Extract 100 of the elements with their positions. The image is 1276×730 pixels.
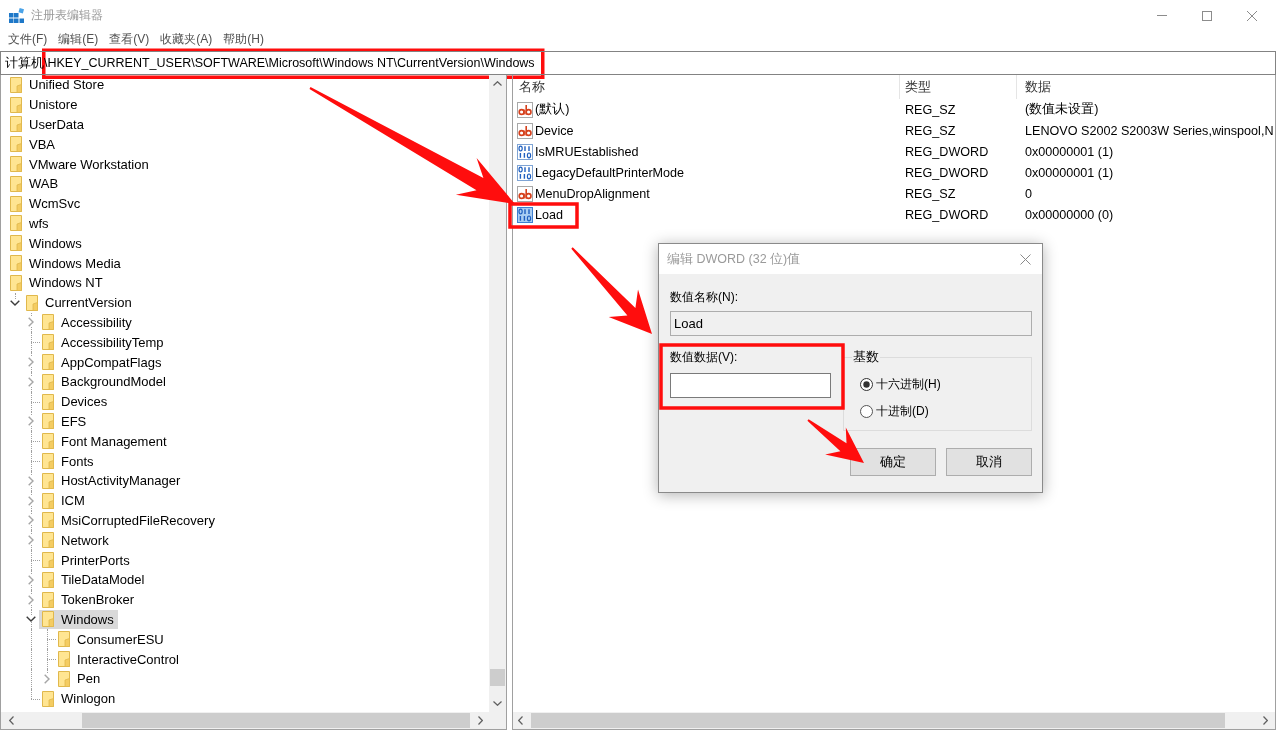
table-cell-text: (数值未设置) (1024, 101, 1100, 118)
folder-icon (10, 175, 22, 192)
value-item[interactable]: Device (517, 120, 574, 141)
folder-icon (42, 552, 54, 568)
name-field[interactable]: Load (670, 311, 1032, 336)
maximize-icon[interactable] (1202, 10, 1212, 21)
input-field[interactable] (670, 373, 831, 398)
vertical-scrollbar[interactable] (489, 75, 506, 712)
tree-item[interactable]: TokenBroker (39, 589, 138, 610)
tree-item[interactable]: Pen (55, 668, 105, 689)
tree-item[interactable]: EFS (39, 411, 91, 432)
horizontal-scrollbar[interactable] (1, 712, 489, 729)
ok-button[interactable]: 确定 (850, 448, 936, 476)
chevron-right-icon[interactable] (28, 357, 34, 368)
tree-item[interactable]: Devices (39, 391, 112, 412)
tree-item[interactable]: VMware Workstation (7, 154, 153, 174)
radio-label[interactable]: 十六进制(H) (876, 375, 941, 393)
folder-icon (10, 156, 22, 173)
string-value-icon (517, 185, 533, 202)
chevron-right-icon[interactable] (28, 475, 34, 486)
radio-button[interactable] (860, 404, 873, 418)
tree-item[interactable]: Windows (7, 233, 86, 254)
close-icon[interactable] (1247, 10, 1257, 21)
value-item[interactable]: LegacyDefaultPrinterMode (517, 162, 685, 183)
table-cell-text: 0x00000000 (0) (1024, 206, 1115, 224)
chevron-right-icon[interactable] (28, 535, 34, 546)
folder-icon (10, 235, 22, 252)
chevron-right-icon[interactable] (44, 673, 50, 684)
column-header[interactable]: 数据 (1017, 75, 1275, 99)
chevron-right-icon[interactable] (28, 515, 34, 526)
tree-item[interactable]: Windows NT (7, 272, 107, 293)
chevron-right-icon[interactable] (28, 317, 34, 328)
tree-item[interactable]: Fonts (39, 451, 98, 471)
tree-item[interactable]: PrinterPorts (39, 550, 134, 570)
chevron-right-icon[interactable] (1263, 716, 1268, 725)
tree-item[interactable]: MsiCorruptedFileRecovery (39, 510, 219, 531)
tree-item[interactable]: ICM (39, 490, 89, 511)
value-item[interactable]: Load (517, 204, 564, 225)
tree-item[interactable]: CurrentVersion (23, 292, 136, 313)
tree-item[interactable]: Unistore (7, 94, 82, 115)
chevron-right-icon[interactable] (28, 495, 34, 506)
tree-item[interactable]: AccessibilityTemp (39, 332, 168, 353)
folder-icon (10, 215, 22, 232)
column-header[interactable]: 名称 (513, 75, 900, 99)
tree-item[interactable]: Windows (39, 609, 118, 630)
cancel-button[interactable]: 取消 (946, 448, 1032, 476)
chevron-right-icon[interactable] (28, 376, 34, 387)
tree-item[interactable]: HostActivityManager (39, 470, 185, 491)
chevron-up-icon[interactable] (493, 81, 502, 86)
radio-button[interactable] (860, 377, 873, 391)
tree-item[interactable]: AppCompatFlags (39, 352, 166, 372)
menu-item[interactable]: 查看(V) (109, 32, 150, 47)
column-header[interactable]: 类型 (900, 75, 1017, 99)
chevron-right-icon[interactable] (28, 574, 34, 585)
tree-item[interactable]: BackgroundModel (39, 371, 170, 392)
tree-item[interactable]: WcmSvc (7, 193, 85, 214)
menu-item[interactable]: 收藏夹(A) (160, 32, 213, 47)
tree-item[interactable]: Font Management (39, 431, 171, 452)
chevron-left-icon[interactable] (9, 716, 14, 725)
folder-icon (42, 453, 54, 470)
value-item[interactable]: MenuDropAlignment (517, 183, 650, 204)
tree-item[interactable]: ConsumerESU (55, 629, 168, 650)
chevron-right-icon[interactable] (478, 716, 483, 725)
tree-item[interactable]: Windows Media (7, 253, 125, 273)
folder-icon (42, 571, 54, 588)
tree-item[interactable]: Winlogon (39, 688, 120, 709)
scrollbar-thumb[interactable] (82, 713, 470, 728)
tree-item[interactable]: TileDataModel (39, 569, 149, 590)
chevron-down-icon[interactable] (493, 701, 502, 706)
menu-item[interactable]: 文件(F) (8, 32, 48, 47)
radio-label[interactable]: 十进制(D) (876, 402, 929, 420)
tree-item[interactable]: WAB (7, 174, 63, 194)
tree-item[interactable]: VBA (7, 134, 59, 155)
string-value-icon (517, 101, 533, 118)
folder-icon (10, 195, 22, 212)
value-item[interactable]: IsMRUEstablished (517, 141, 639, 162)
folder-icon (42, 492, 54, 509)
tree-item[interactable]: Accessibility (39, 312, 136, 333)
menu-item[interactable]: 帮助(H) (223, 32, 264, 47)
table-cell-text: 0 (1024, 185, 1033, 203)
tree-item[interactable]: UserData (7, 114, 88, 135)
horizontal-scrollbar[interactable] (513, 712, 1275, 729)
tree-item[interactable]: wfs (7, 213, 53, 234)
value-item[interactable]: (默认) (517, 99, 570, 120)
table-cell-text: 0x00000001 (1) (1024, 164, 1115, 182)
chevron-down-icon[interactable] (26, 616, 36, 623)
chevron-right-icon[interactable] (28, 594, 34, 605)
scrollbar-thumb[interactable] (490, 669, 505, 686)
blocks-icon (9, 8, 24, 23)
menu-item[interactable]: 编辑(E) (58, 32, 99, 47)
chevron-left-icon[interactable] (518, 716, 523, 725)
tree-item[interactable]: Unified Store (7, 75, 109, 95)
close-icon[interactable] (1020, 253, 1031, 265)
chevron-right-icon[interactable] (28, 416, 34, 427)
tree-item[interactable]: InteractiveControl (55, 649, 183, 669)
folder-icon (10, 116, 22, 133)
scrollbar-thumb[interactable] (531, 713, 1225, 728)
chevron-down-icon[interactable] (10, 299, 20, 306)
tree-item[interactable]: Network (39, 530, 113, 551)
table-cell-text: REG_SZ (904, 122, 957, 140)
